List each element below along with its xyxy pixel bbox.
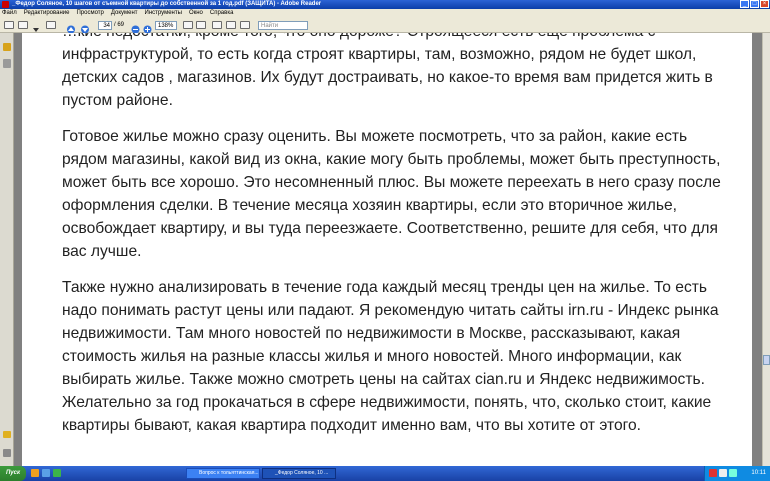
paragraph: …кие недостатки, кроме того, что оно дор… [62, 33, 713, 109]
pdf-page: …кие недостатки, кроме того, что оно дор… [22, 33, 752, 466]
fit-page-icon[interactable] [183, 21, 193, 29]
window-title: _Федор Соляное, 10 шагов от съемной квар… [12, 1, 322, 7]
menu-bar: Файл Редактирование Просмотр Документ Ин… [0, 9, 770, 18]
tray-icon[interactable] [719, 469, 727, 477]
taskbar: Пуск Вопрос к тольяттинская... _Федор Со… [0, 466, 770, 481]
toolbar: 34 / 69 138% Найти [0, 18, 770, 34]
comment-icon[interactable] [240, 21, 250, 29]
page-total-label: / 69 [114, 22, 125, 28]
taskbar-button-reader[interactable]: _Федор Соляное, 10 ... [262, 468, 336, 479]
dropdown-arrow-icon[interactable] [32, 21, 40, 32]
next-page-icon[interactable] [80, 21, 90, 34]
minimize-button[interactable]: _ [740, 0, 749, 8]
quicklaunch-icon[interactable] [53, 469, 61, 477]
print-icon[interactable] [4, 21, 14, 29]
zoom-select[interactable]: 138% [155, 21, 177, 30]
tray-icon[interactable] [709, 469, 717, 477]
find-input[interactable]: Найти [258, 21, 308, 30]
pages-icon[interactable] [3, 59, 11, 68]
maximize-button[interactable]: □ [750, 0, 759, 8]
system-tray: 10:11 [704, 466, 770, 481]
title-bar: _Федор Соляное, 10 шагов от съемной квар… [0, 0, 770, 9]
vertical-scrollbar[interactable] [762, 33, 770, 466]
zoom-in-icon[interactable] [143, 21, 152, 34]
menu-tools[interactable]: Инструменты [145, 9, 182, 18]
taskbar-button-browser[interactable]: Вопрос к тольяттинская... [186, 468, 260, 479]
close-button[interactable]: × [760, 0, 769, 8]
document-area[interactable]: …кие недостатки, кроме того, что оно дор… [14, 33, 762, 466]
adobe-reader-icon [2, 1, 9, 8]
comments-icon[interactable] [3, 431, 11, 438]
fit-width-icon[interactable] [196, 21, 206, 29]
attachments-icon[interactable] [3, 449, 11, 457]
menu-file[interactable]: Файл [2, 9, 17, 18]
zoom-out-icon[interactable] [131, 21, 140, 34]
page-text: …кие недостатки, кроме того, что оно дор… [62, 33, 732, 450]
quicklaunch-icon[interactable] [31, 469, 39, 477]
window-controls: _ □ × [740, 0, 769, 9]
rotate-icon[interactable] [212, 21, 222, 29]
previous-page-icon[interactable] [66, 21, 76, 34]
paragraph: Также нужно анализировать в течение года… [62, 279, 719, 434]
tray-icon[interactable] [729, 469, 737, 477]
page-number-input[interactable]: 34 [98, 21, 112, 30]
start-button[interactable]: Пуск [0, 466, 26, 481]
read-mode-icon[interactable] [226, 21, 236, 29]
email-icon[interactable] [18, 21, 28, 29]
menu-edit[interactable]: Редактирование [24, 9, 70, 18]
menu-view[interactable]: Просмотр [76, 9, 103, 18]
quicklaunch-icon[interactable] [42, 469, 50, 477]
lock-icon[interactable] [3, 43, 11, 51]
navigation-pane [0, 33, 14, 466]
menu-window[interactable]: Окно [189, 9, 203, 18]
undo-icon[interactable] [46, 21, 56, 29]
paragraph: Готовое жилье можно сразу оценить. Вы мо… [62, 128, 721, 260]
menu-help[interactable]: Справка [210, 9, 234, 18]
clock: 10:11 [751, 470, 766, 476]
menu-document[interactable]: Документ [111, 9, 138, 18]
scrollbar-thumb[interactable] [763, 355, 770, 365]
